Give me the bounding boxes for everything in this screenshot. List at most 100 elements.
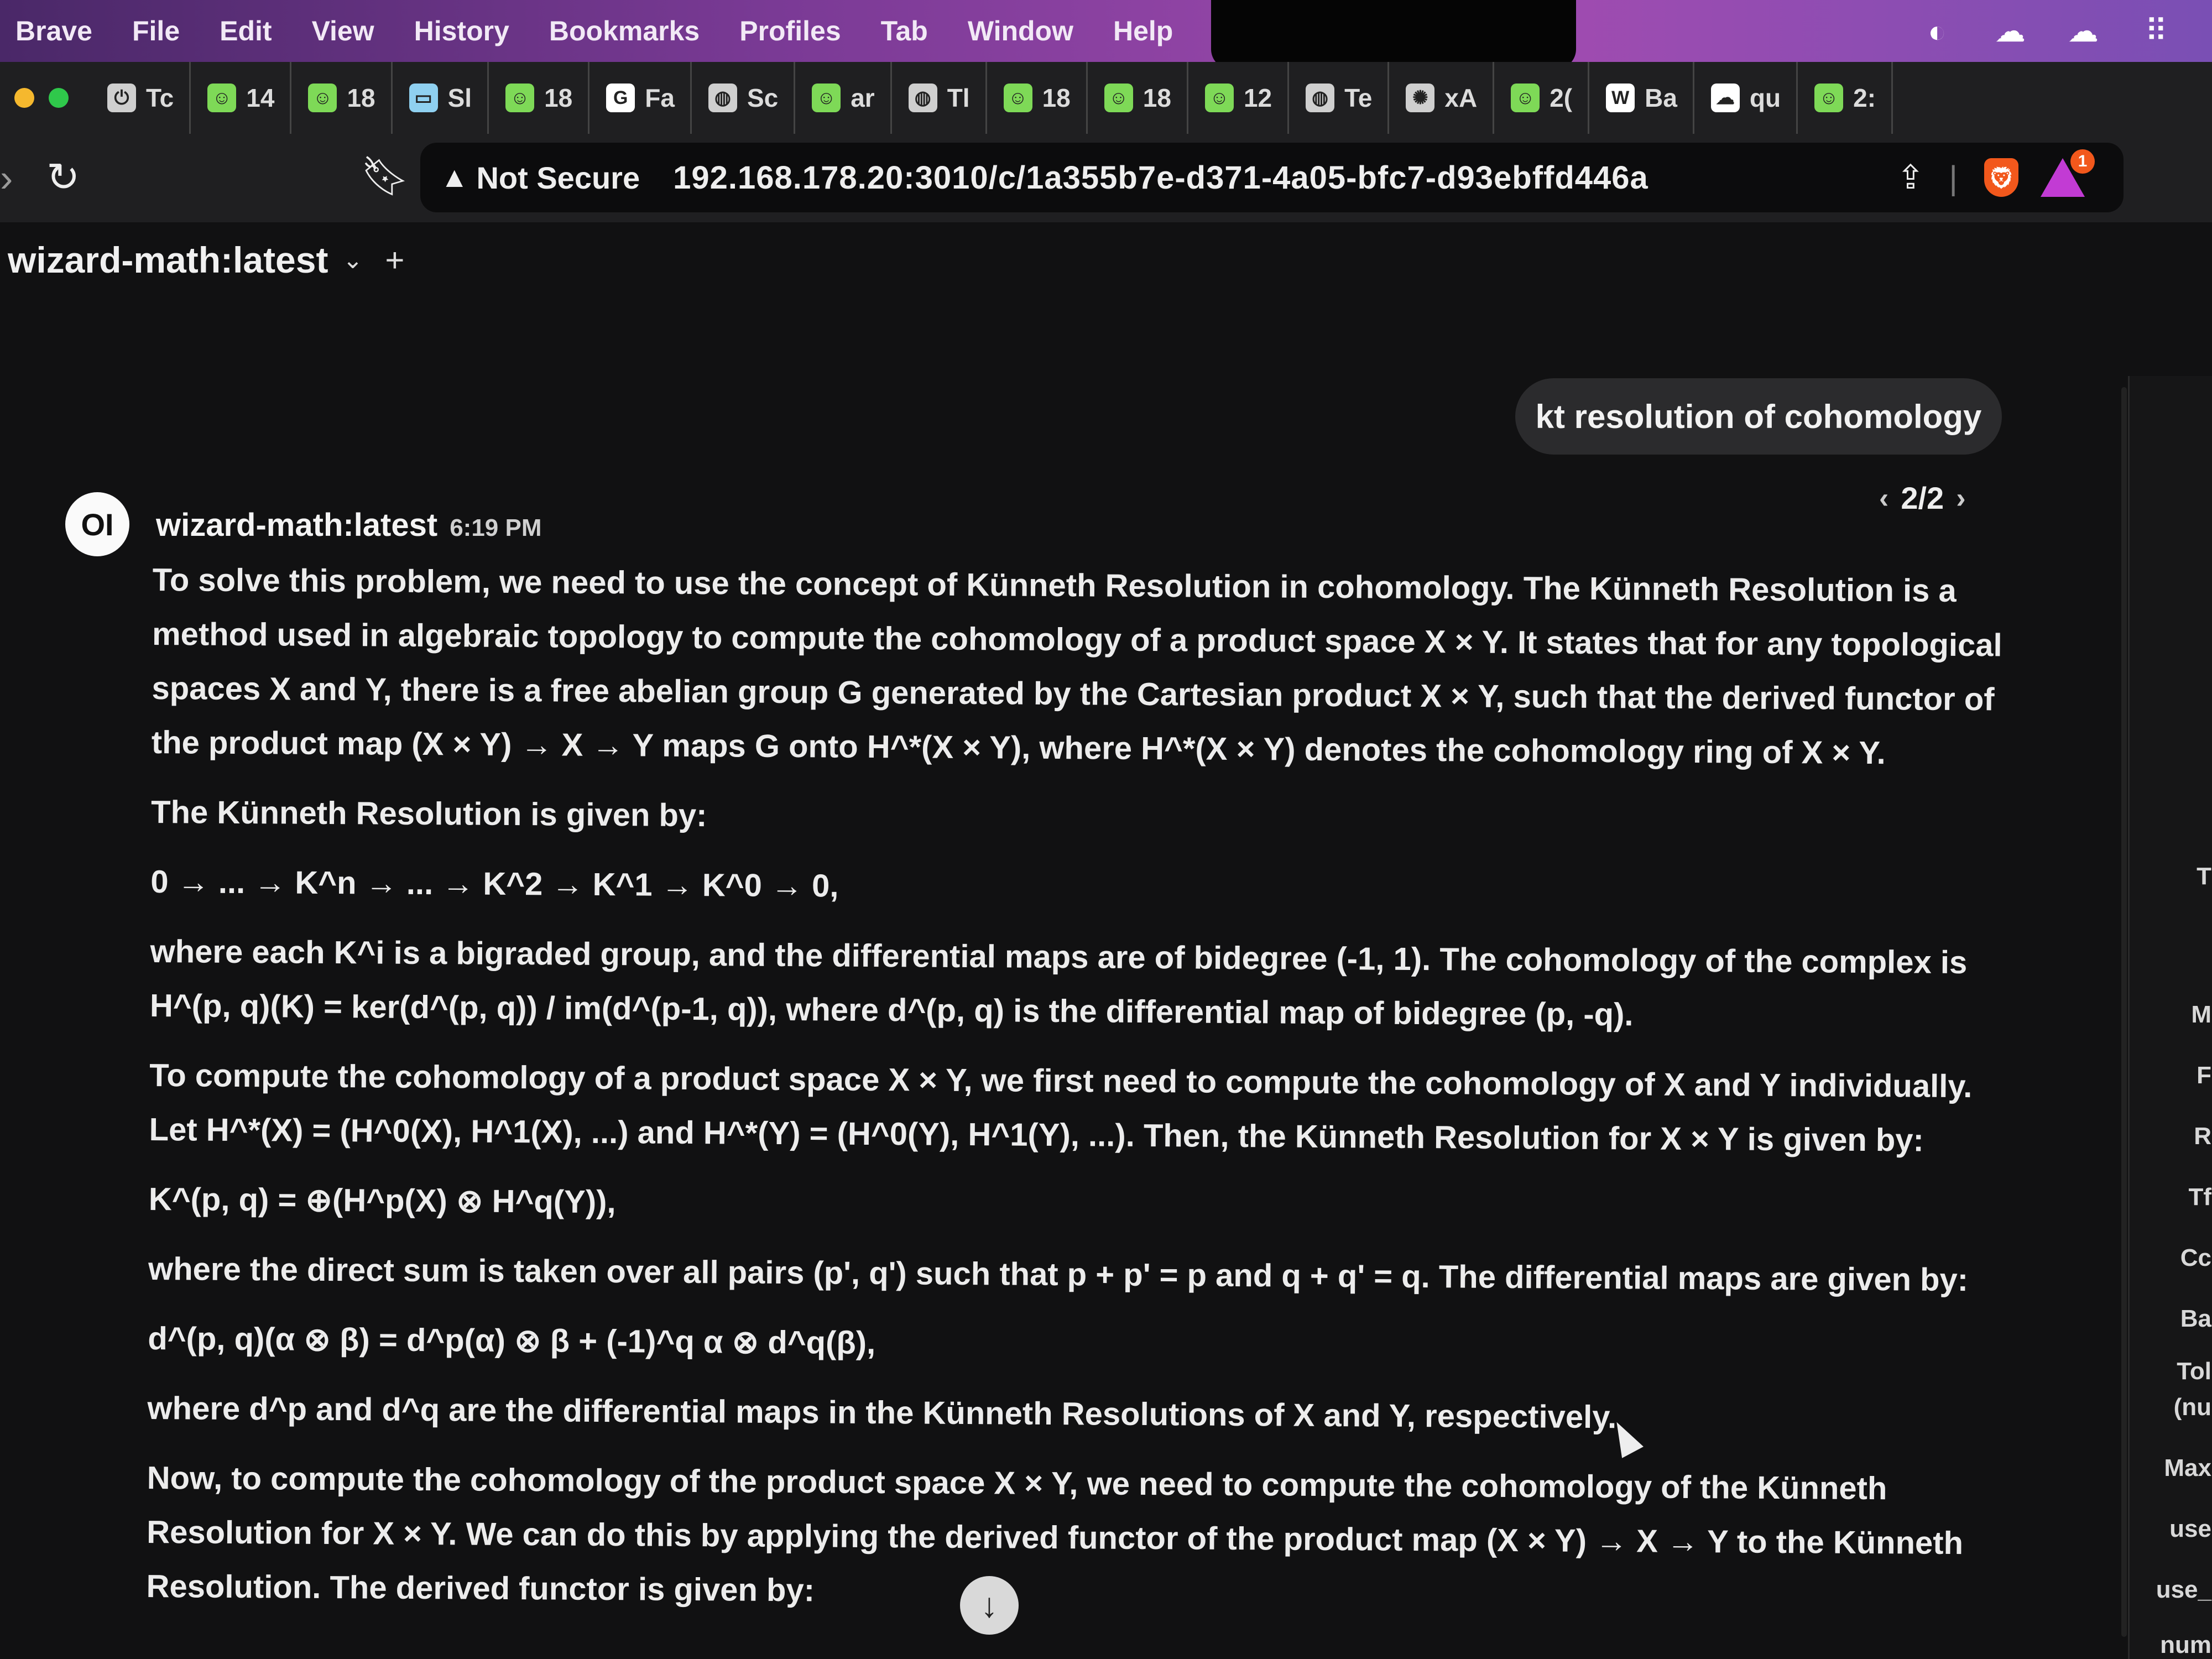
side-panel-item[interactable]: R	[2194, 1123, 2211, 1150]
browser-tab[interactable]: ☺ 2:	[1798, 62, 1893, 134]
tab-strip: ⏻ Tc ☺ 14 ☺ 18 ▭ Sl ☺ 18 G Fa ◍ Sc ☺ ar ◍ Tl ☺ 18 ☺ 18 ☺ 12 ◍ Te ✺…	[0, 62, 2212, 134]
tab-list: ⏻ Tc ☺ 14 ☺ 18 ▭ Sl ☺ 18 G Fa ◍ Sc ☺ ar ◍ Tl ☺ 18 ☺ 18 ☺ 12 ◍ Te ✺…	[91, 62, 1893, 134]
macos-menu-bar: Brave File Edit View History Bookmarks P…	[0, 0, 2212, 62]
globe-icon: ◍	[908, 84, 937, 112]
browser-tab[interactable]: ◍ Te	[1289, 62, 1390, 134]
browser-tab[interactable]: ☺ 12	[1188, 62, 1290, 134]
menu-edit[interactable]: Edit	[220, 15, 272, 47]
answer-paragraph: d^(p, q)(α ⊗ β) = d^p(α) ⊗ β + (-1)^q α …	[148, 1320, 876, 1361]
menu-help[interactable]: Help	[1113, 15, 1173, 47]
landscape-icon: ▭	[409, 84, 438, 112]
side-panel-item[interactable]: Max	[2164, 1454, 2211, 1482]
model-selector[interactable]: wizard-math:latest ⌄ +	[8, 239, 404, 281]
security-label[interactable]: Not Secure	[476, 160, 640, 196]
side-panel-item[interactable]: num	[2160, 1631, 2211, 1659]
contrast-icon[interactable]: ◐	[1920, 14, 1954, 49]
scrollbar[interactable]	[2121, 387, 2127, 1637]
model-name[interactable]: wizard-math:latest	[8, 239, 328, 281]
tab-title: 18	[1042, 84, 1071, 112]
forward-icon[interactable]: ›	[0, 156, 13, 200]
tab-title: Fa	[645, 84, 675, 112]
tab-title: Sl	[447, 84, 472, 112]
menu-profiles[interactable]: Profiles	[739, 15, 841, 47]
browser-tab[interactable]: ◍ Sc	[692, 62, 796, 134]
chevron-left-icon[interactable]: ‹	[1879, 482, 1888, 515]
browser-tab[interactable]: G Fa	[589, 62, 692, 134]
browser-tab[interactable]: ☺ 18	[291, 62, 393, 134]
tab-title: 14	[246, 84, 275, 112]
browser-tab[interactable]: ☺ 18	[987, 62, 1088, 134]
response-pager: ‹ 2/2 ›	[1867, 480, 1978, 516]
wikipedia-icon: W	[1606, 84, 1635, 112]
user-message-text: kt resolution of cohomology	[1535, 398, 1982, 435]
menu-window[interactable]: Window	[968, 15, 1073, 47]
answer-paragraph: K^(p, q) = ⊕(H^p(X) ⊗ H^q(Y)),	[148, 1181, 616, 1220]
browser-tab[interactable]: ☺ 18	[1088, 62, 1188, 134]
menu-brave[interactable]: Brave	[15, 15, 92, 47]
browser-tab[interactable]: ☺ 2(	[1494, 62, 1590, 134]
browser-tab[interactable]: ◍ Tl	[892, 62, 987, 134]
url-text[interactable]: 192.168.178.20:3010/c/1a355b7e-d371-4a05…	[673, 159, 1648, 196]
globe-icon: ◍	[708, 84, 737, 112]
smiley-icon: ☺	[1003, 84, 1032, 112]
brave-shield-icon[interactable]: 🦁︎	[1984, 158, 2018, 197]
side-panel-item[interactable]: use_	[2156, 1576, 2211, 1604]
reload-icon[interactable]: ↻	[46, 154, 80, 200]
side-panel-item[interactable]: Cc	[2180, 1244, 2211, 1272]
assistant-message-header: wizard-math:latest 6:19 PM	[156, 507, 542, 544]
answer-paragraph: To solve this problem, we need to use th…	[151, 561, 2002, 771]
side-panel-item[interactable]: use	[2169, 1515, 2211, 1543]
cloud-icon[interactable]: ☁	[1993, 13, 2027, 48]
assistant-name: wizard-math:latest	[156, 507, 438, 543]
browser-tab[interactable]: ☁ qu	[1694, 62, 1798, 134]
warning-icon[interactable]: ▲	[440, 161, 468, 194]
side-panel-item[interactable]: M	[2191, 1001, 2211, 1029]
window-controls	[0, 88, 69, 108]
browser-toolbar: › ↻ 🔖︎ ▲ Not Secure 192.168.178.20:3010/…	[0, 134, 2212, 222]
browser-tab[interactable]: ☺ 14	[191, 62, 292, 134]
openai-icon: ✺	[1406, 84, 1435, 112]
user-message-bubble: kt resolution of cohomology	[1515, 378, 2002, 455]
answer-paragraph: The Künneth Resolution is given by:	[150, 794, 707, 834]
browser-tab[interactable]: ▭ Sl	[393, 62, 489, 134]
side-panel-item[interactable]: Tol	[2177, 1358, 2211, 1385]
browser-tab[interactable]: ✺ xA	[1389, 62, 1495, 134]
address-bar[interactable]: ▲ Not Secure 192.168.178.20:3010/c/1a355…	[420, 143, 2124, 212]
browser-tab[interactable]: W Ba	[1589, 62, 1694, 134]
power-icon: ⏻	[107, 84, 136, 112]
menu-view[interactable]: View	[312, 15, 374, 47]
tab-title: 2:	[1853, 84, 1876, 112]
browser-tab[interactable]: ☺ 18	[489, 62, 590, 134]
side-panel-item[interactable]: (nu	[2174, 1394, 2211, 1421]
minimize-button[interactable]	[14, 88, 34, 108]
camera-notch	[1211, 0, 1576, 69]
grid-icon[interactable]: ⠿	[2139, 13, 2173, 48]
answer-paragraph: To compute the cohomology of a product s…	[149, 1057, 1973, 1159]
smiley-icon: ☺	[1104, 84, 1133, 112]
cloud-icon[interactable]: ☁	[2066, 13, 2100, 48]
side-panel-item[interactable]: T	[2197, 863, 2211, 890]
side-panel-item[interactable]: F	[2197, 1062, 2211, 1089]
smiley-icon: ☺	[308, 84, 337, 112]
chevron-right-icon[interactable]: ›	[1956, 482, 1965, 515]
menu-tab[interactable]: Tab	[881, 15, 928, 47]
menu-bookmarks[interactable]: Bookmarks	[549, 15, 700, 47]
menu-file[interactable]: File	[132, 15, 180, 47]
menu-history[interactable]: History	[414, 15, 509, 47]
tab-title: Tc	[146, 84, 174, 112]
zoom-button[interactable]	[49, 88, 69, 108]
add-model-icon[interactable]: +	[385, 241, 404, 279]
cloud-icon: ☁	[1710, 84, 1740, 112]
side-panel-item[interactable]: Ba	[2180, 1305, 2211, 1333]
bookmark-icon[interactable]: 🔖︎	[361, 154, 410, 199]
browser-tab[interactable]: ⏻ Tc	[91, 62, 191, 134]
chevron-down-icon[interactable]: ⌄	[342, 246, 363, 274]
scroll-to-bottom-button[interactable]: ↓	[960, 1576, 1019, 1635]
answer-paragraph: Now, to compute the cohomology of the pr…	[146, 1459, 1964, 1609]
answer-paragraph: where d^p and d^q are the differential m…	[147, 1390, 1617, 1436]
share-icon[interactable]: ⇪	[1897, 158, 1924, 197]
menu-bar-status-icons: ◐ ☁ ☁ ⠿	[1920, 0, 2212, 62]
side-panel-item[interactable]: Tf	[2188, 1183, 2211, 1211]
browser-tab[interactable]: ☺ ar	[795, 62, 892, 134]
tab-title: 18	[1142, 84, 1171, 112]
